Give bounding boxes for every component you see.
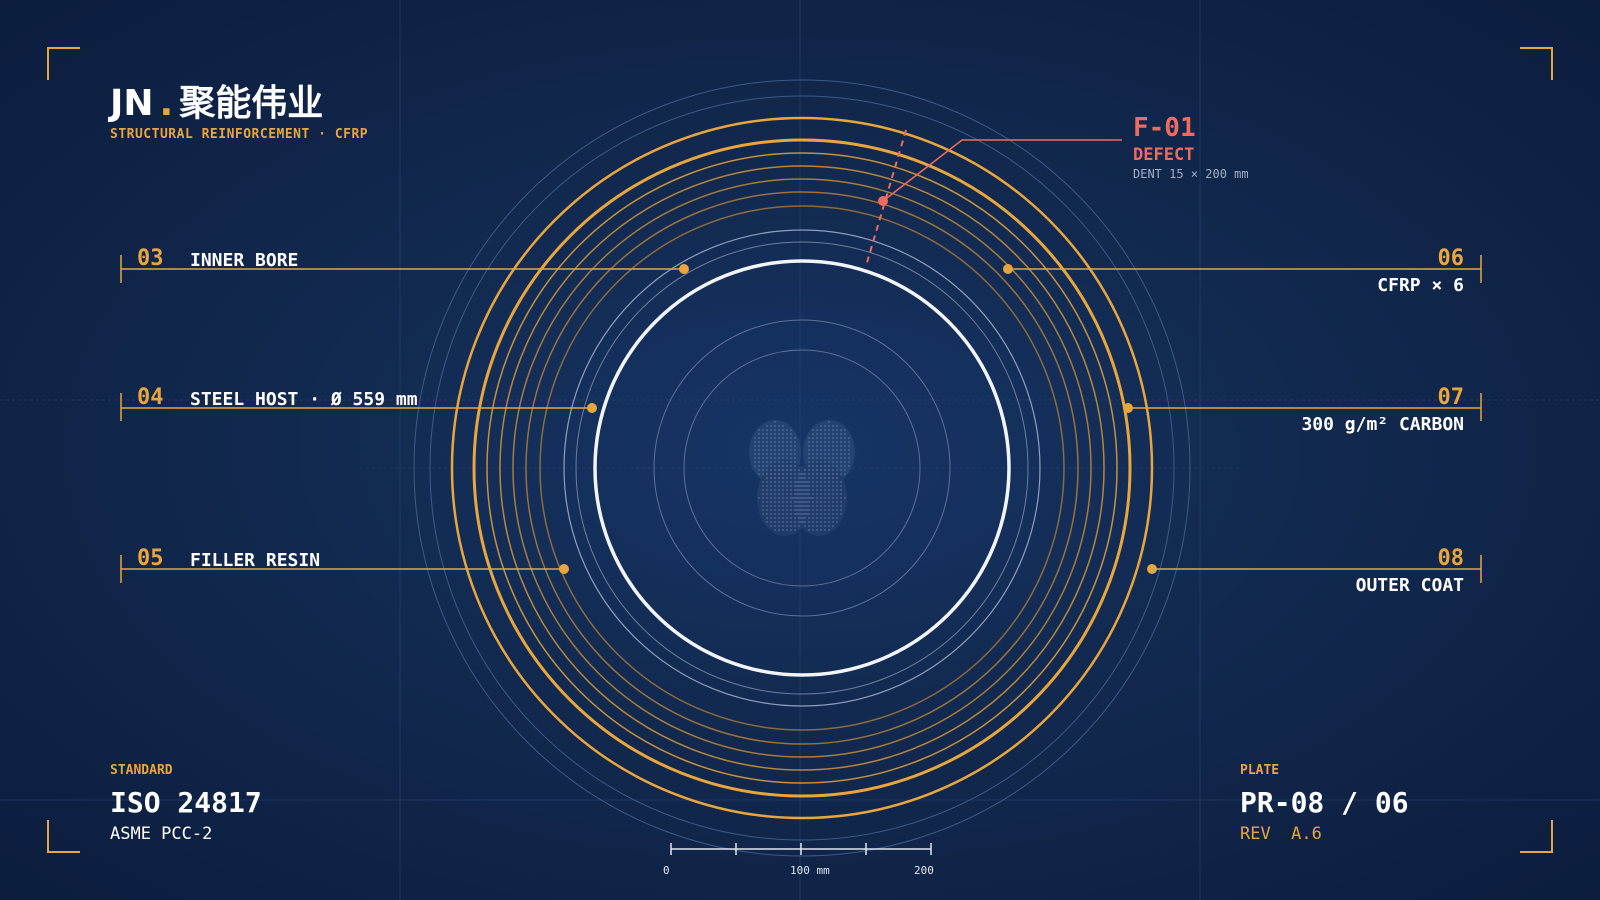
label-outer-coat: OUTER COAT [1355,575,1464,596]
left-leaders [120,255,689,583]
label-cfrp: CFRP × 6 [1377,275,1464,296]
standard-alt: ASME PCC-2 [110,824,213,844]
label-num-04: 04 [137,385,164,410]
scale-start: 0 [663,864,670,877]
defect-id: F-01 [1133,113,1196,143]
center-emblem [749,420,855,536]
standard-label: STANDARD [110,763,173,778]
plate-code: PR-08 / 06 [1240,786,1409,819]
brand-name: 聚能伟业 [179,83,324,124]
scale-mid: 100 mm [790,864,830,877]
plate-rev: REV A.6 [1240,824,1322,844]
label-steel-host: STEEL HOST · Ø 559 mm [190,389,418,410]
brand-logo: JN. 聚能伟业 [110,74,323,126]
scale-end: 200 [914,864,934,877]
label-num-08: 08 [1437,546,1465,571]
defect-detail: DENT 15 × 200 mm [1133,167,1249,181]
label-num-07: 07 [1437,385,1465,410]
standard-code: ISO 24817 [110,786,262,819]
label-filler-resin: FILLER RESIN [190,550,321,571]
defect-type: DEFECT [1133,145,1195,165]
brand-dot: . [159,83,174,124]
plate-label: PLATE [1240,763,1280,778]
label-num-03: 03 [137,246,164,271]
brand-code: JN [110,83,154,124]
label-carbon: 300 g/m² CARBON [1301,414,1464,435]
subtitle: STRUCTURAL REINFORCEMENT · CFRP [110,127,369,142]
label-inner-bore: INNER BORE [190,250,299,271]
label-num-06: 06 [1437,246,1465,271]
label-num-05: 05 [137,546,164,571]
